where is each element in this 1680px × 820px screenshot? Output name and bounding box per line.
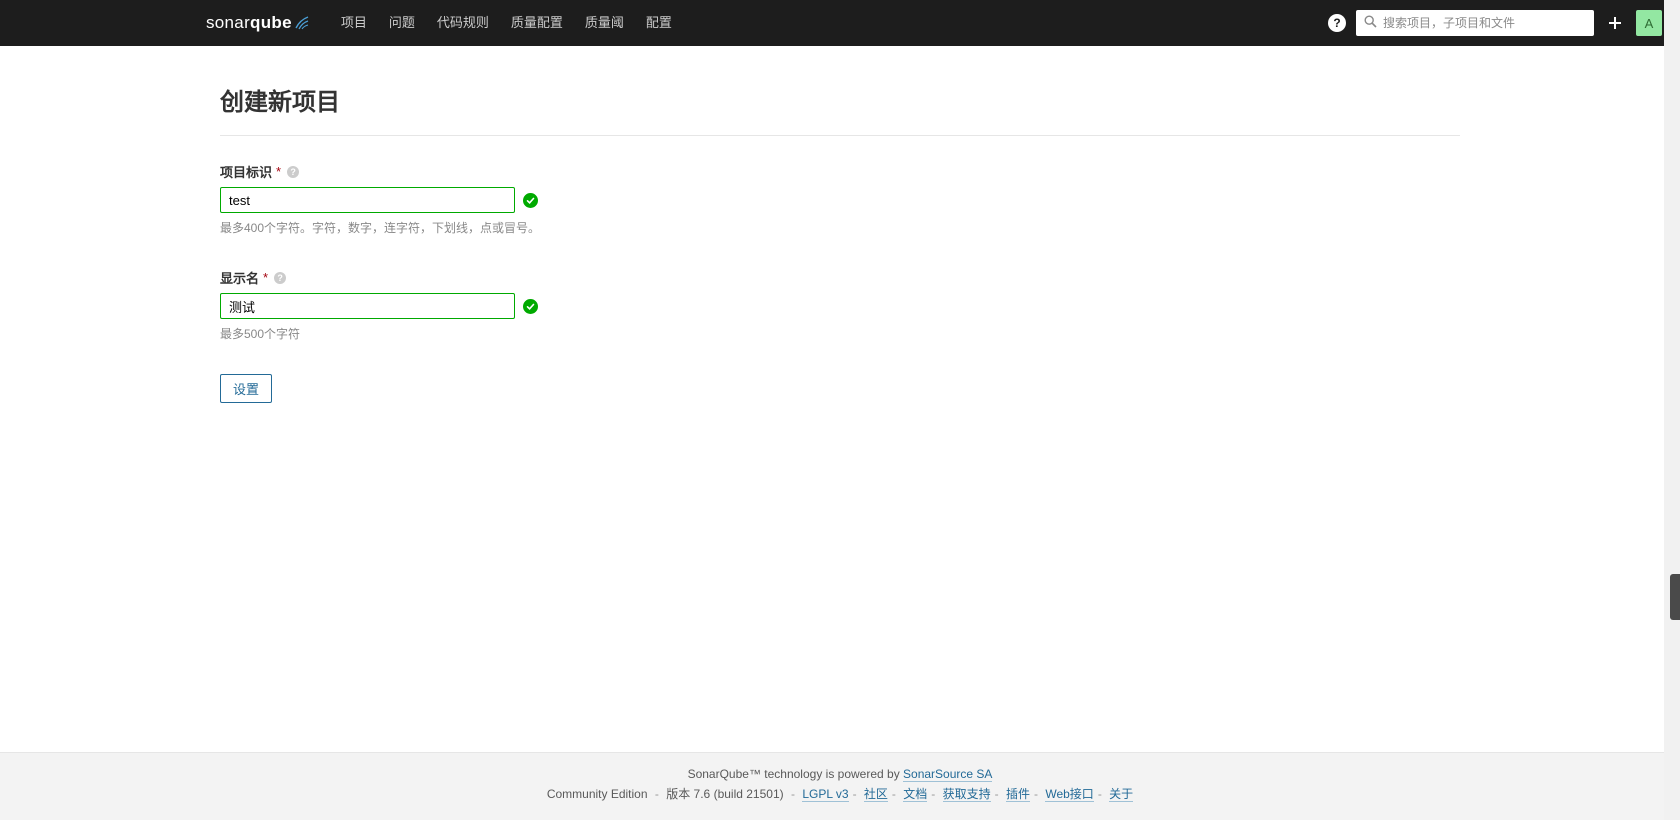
scrollbar[interactable] [1664,0,1680,820]
user-avatar[interactable]: A [1636,10,1662,36]
footer-link-about[interactable]: 关于 [1109,787,1133,802]
footer: SonarQube™ technology is powered by Sona… [0,752,1680,820]
page-divider [220,135,1460,136]
sonarqube-logo[interactable]: sonarqube [206,13,310,33]
main-navbar: sonarqube 项目 问题 代码规则 质量配置 质量阈 配置 ? A [0,0,1680,46]
footer-link-support[interactable]: 获取支持 [943,787,991,802]
nav-admin[interactable]: 配置 [635,0,683,46]
create-button[interactable] [1604,12,1626,34]
display-name-input[interactable] [220,293,515,319]
footer-sep: - [655,787,659,801]
footer-edition: Community Edition [547,787,648,801]
help-hint-icon[interactable]: ? [274,272,286,284]
required-marker: * [276,164,281,179]
footer-version: 版本 7.6 (build 21501) [666,787,783,801]
footer-link-license[interactable]: LGPL v3 [802,787,848,802]
display-name-label: 显示名 * ? [220,268,1460,287]
nav-projects[interactable]: 项目 [330,0,378,46]
primary-menu: 项目 问题 代码规则 质量配置 质量阈 配置 [330,0,683,46]
valid-check-icon [523,299,538,314]
project-key-label-text: 项目标识 [220,162,272,181]
project-key-help: 最多400个字符。字符，数字，连字符，下划线，点或冒号。 [220,219,1460,236]
footer-link-community[interactable]: 社区 [864,787,888,802]
footer-link-webapi[interactable]: Web接口 [1045,787,1093,802]
footer-sep: - [791,787,795,801]
help-icon[interactable]: ? [1328,14,1346,32]
setup-button[interactable]: 设置 [220,374,272,403]
nav-rules[interactable]: 代码规则 [426,0,500,46]
footer-powered-text: SonarQube™ technology is powered by [688,767,903,781]
field-display-name: 显示名 * ? 最多500个字符 [220,268,1460,342]
footer-link-docs[interactable]: 文档 [903,787,927,802]
footer-link-plugins[interactable]: 插件 [1006,787,1030,802]
create-project-page: 创建新项目 项目标识 * ? 最多400个字符。字符，数字，连字符，下划线，点或冒… [220,46,1460,752]
search-input[interactable] [1383,16,1586,30]
side-gadget[interactable] [1670,574,1680,620]
logo-wave-icon [295,16,310,30]
footer-sonarsource-link[interactable]: SonarSource SA [903,767,992,782]
field-project-key: 项目标识 * ? 最多400个字符。字符，数字，连字符，下划线，点或冒号。 [220,162,1460,236]
logo-suffix: qube [250,13,292,33]
valid-check-icon [523,193,538,208]
search-icon [1364,15,1377,31]
display-name-help: 最多500个字符 [220,325,1460,342]
project-key-label: 项目标识 * ? [220,162,1460,181]
nav-quality-gates[interactable]: 质量阈 [574,0,635,46]
page-title: 创建新项目 [220,82,1460,117]
logo-prefix: sonar [206,13,250,33]
nav-quality-profiles[interactable]: 质量配置 [500,0,574,46]
nav-issues[interactable]: 问题 [378,0,426,46]
global-search[interactable] [1356,10,1594,36]
required-marker: * [263,270,268,285]
display-name-label-text: 显示名 [220,268,259,287]
help-hint-icon[interactable]: ? [287,166,299,178]
project-key-input[interactable] [220,187,515,213]
